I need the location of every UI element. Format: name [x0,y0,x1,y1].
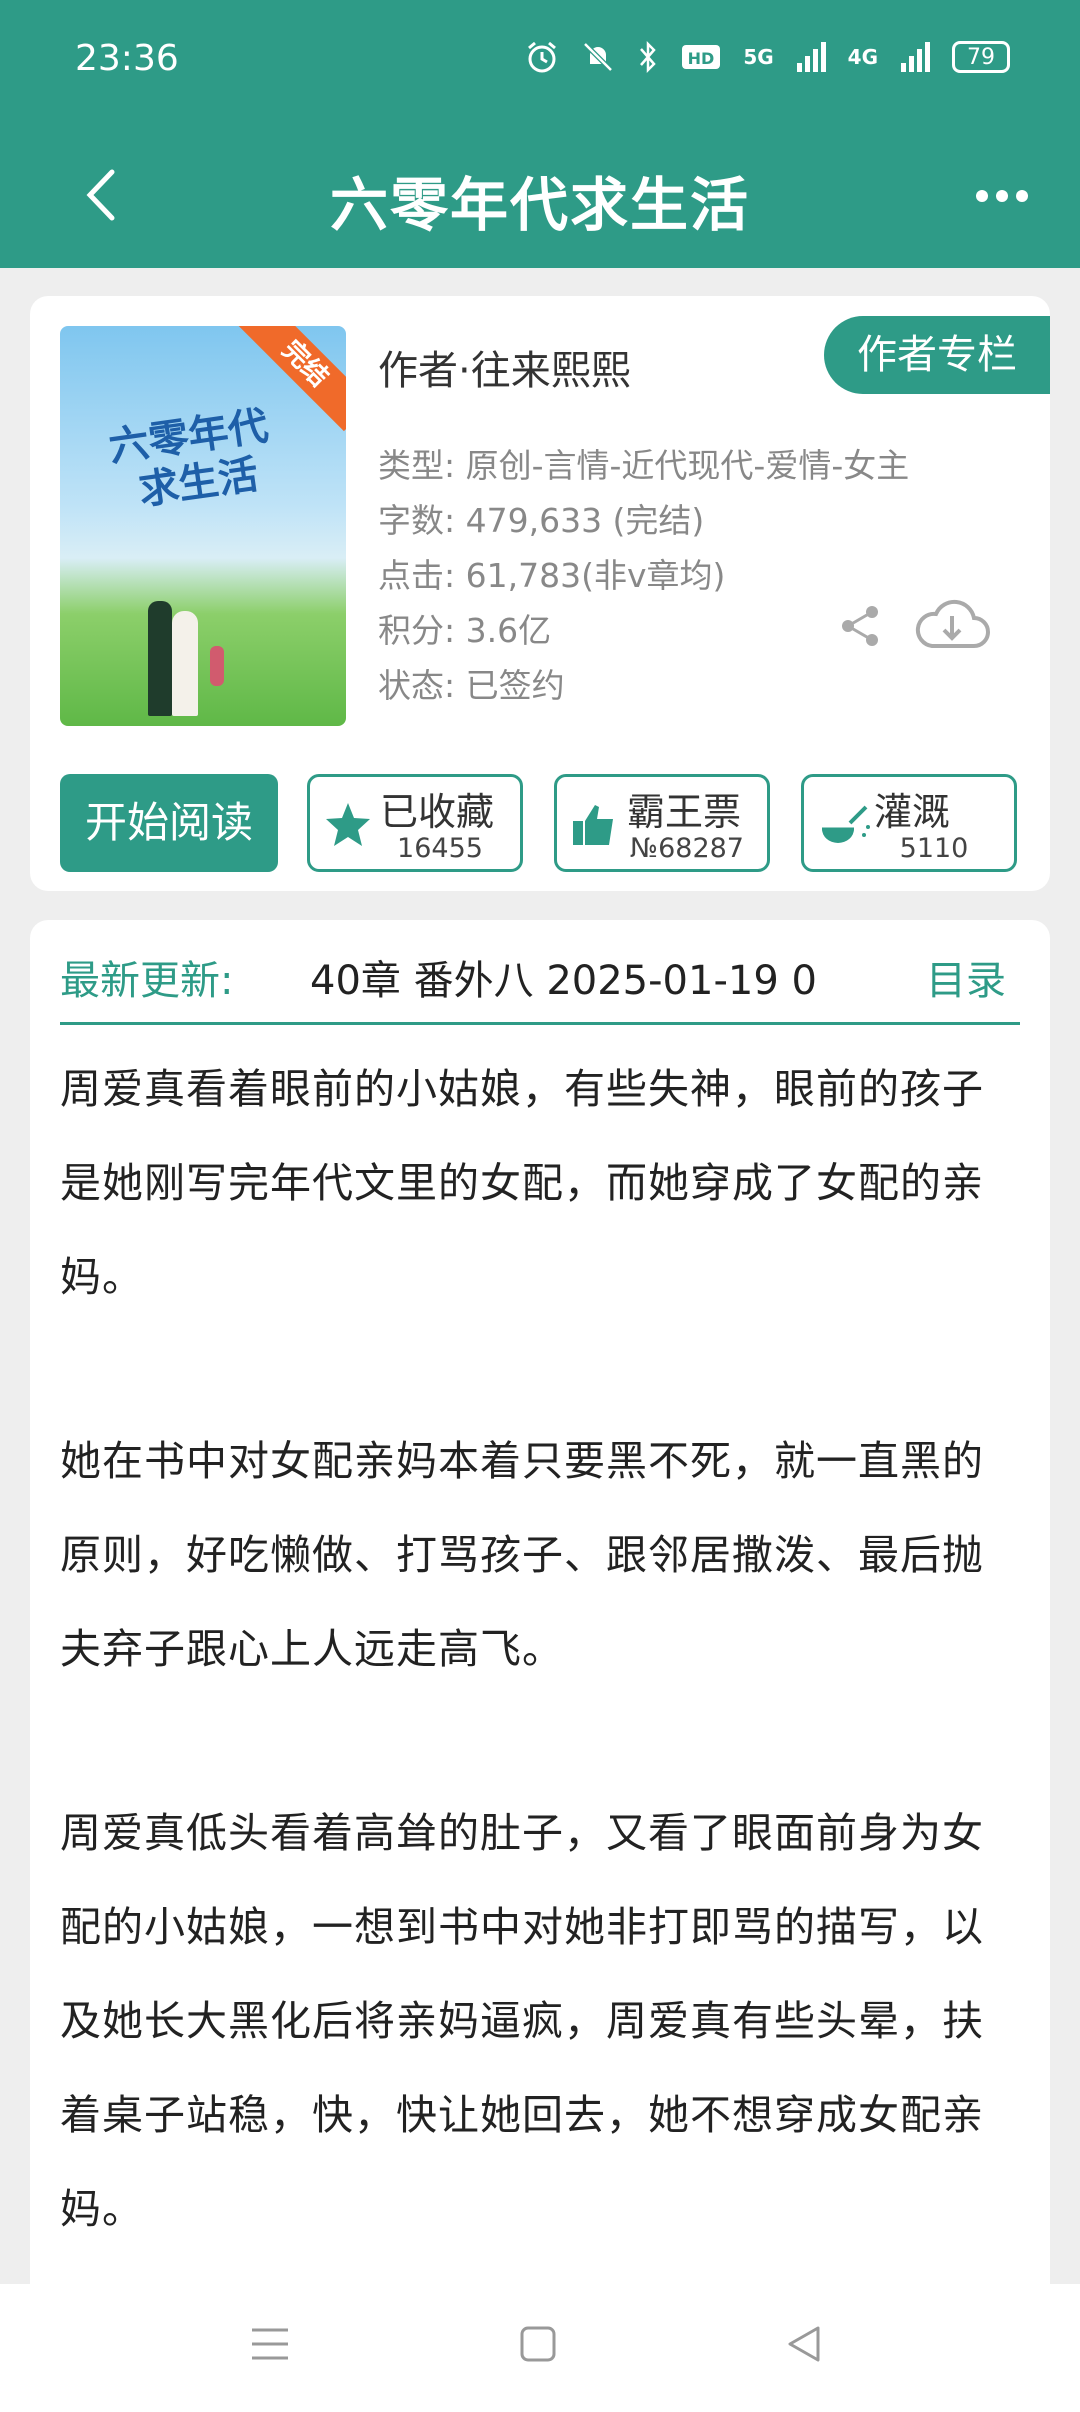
ticket-count: №68287 [630,833,744,864]
thumbs-up-icon [573,805,613,845]
cover-figure [172,611,198,716]
battery-level: 79 [967,44,995,70]
start-reading-button[interactable]: 开始阅读 [60,774,278,872]
ticket-button[interactable]: 霸王票 №68287 [554,774,770,872]
status-icons: HD 5G 4G 79 [525,40,1010,74]
bluetooth-icon [640,40,657,74]
share-icon[interactable] [836,602,884,650]
book-points: 积分: 3.6亿 [378,611,552,650]
latest-update-text[interactable]: 40章 番外八 2025-01-19 0 [310,948,817,1006]
app-bar: 六零年代求生活 [0,130,1080,268]
signal-icon [796,42,826,72]
mute-icon [583,42,614,72]
hd-icon: HD [682,45,721,69]
latest-update-label: 最新更新: [60,958,234,1004]
book-clicks: 点击: 61,783(非v章均) [378,556,726,595]
star-icon [326,803,370,846]
ticket-label: 霸王票 [627,790,742,834]
book-meta: 类型: 原创-言情-近代现代-爱情-女主 字数: 479,633 (完结) 点击… [378,438,909,713]
cover-figure [148,601,172,716]
irrigate-button[interactable]: 灌溉 5110 [801,774,1017,872]
catalog-link[interactable]: 目录 [926,948,1006,1006]
signal-icon-2 [901,42,930,72]
svg-text:HD: HD [688,49,715,68]
book-status: 状态: 已签约 [378,666,565,705]
network-type-1: 5G [743,45,774,69]
book-info-card: 完结 六零年代 求生活 作者·往来熙熙 作者专栏 类型: 原创-言情-近代现代-… [30,296,1050,891]
back-icon[interactable] [784,2324,824,2364]
collect-count: 16455 [397,833,483,864]
irrigate-label: 灌溉 [874,790,951,834]
book-word-count: 字数: 479,633 (完结) [378,501,705,540]
book-type: 类型: 原创-言情-近代现代-爱情-女主 [378,446,910,485]
more-dots-icon[interactable] [976,190,1028,202]
intro-paragraph: 她在书中对女配亲妈本着只要黑不死，就一直黑的原则，好吃懒做、打骂孩子、跟邻居撒泼… [60,1437,984,1673]
system-nav-bar [0,2284,1080,2412]
status-time: 23:36 [75,38,179,79]
intro-paragraph: 周爱真低头看着高耸的肚子，又看了眼面前身为女配的小姑娘，一想到书中对她非打即骂的… [60,1809,984,2233]
download-cloud-icon[interactable] [912,594,992,654]
collect-button[interactable]: 已收藏 16455 [307,774,523,872]
battery-icon: 79 [952,41,1010,73]
author-column-button[interactable]: 作者专栏 [824,316,1050,394]
intro-paragraph: 周爱真看着眼前的小姑娘，有些失神，眼前的孩子是她刚写完年代文里的女配，而她穿成了… [60,1065,984,1301]
alarm-icon [528,41,557,73]
author-name[interactable]: 作者·往来熙熙 [378,338,631,396]
book-cover[interactable]: 完结 六零年代 求生活 [60,326,346,726]
network-type-2: 4G [847,45,878,69]
status-bar: 23:36 HD 5G 4G 79 [0,0,1080,130]
page-title: 六零年代求生活 [329,171,750,239]
book-intro-card: 最新更新: 40章 番外八 2025-01-19 0 目录 周爱真看着眼前的小姑… [30,920,1050,2300]
irrigate-count: 5110 [899,833,969,864]
divider [60,1022,1020,1025]
menu-icon[interactable] [250,2324,290,2364]
home-icon[interactable] [518,2324,558,2364]
cover-figure [210,646,224,686]
collect-label: 已收藏 [380,790,495,834]
